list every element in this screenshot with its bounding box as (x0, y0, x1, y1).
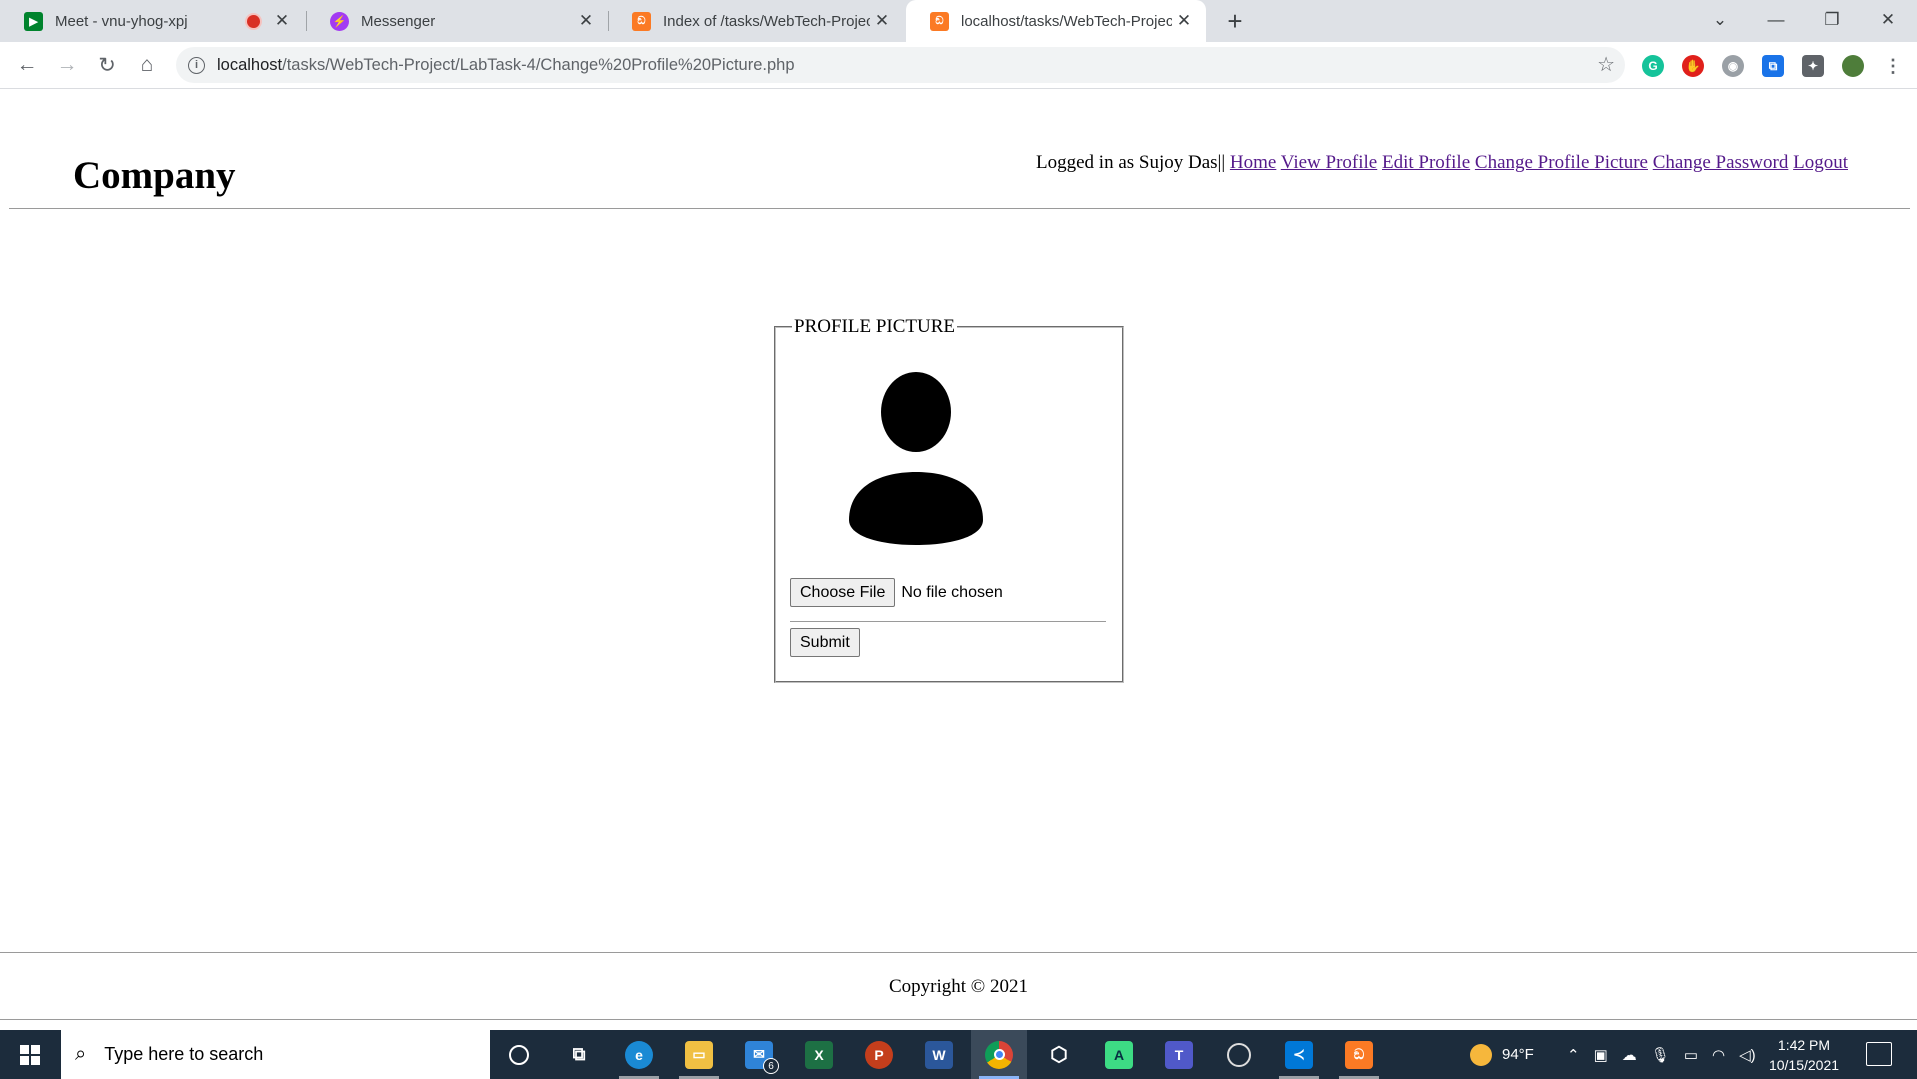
search-placeholder: Type here to search (104, 1044, 264, 1064)
wifi-icon[interactable]: ◠ (1712, 1046, 1725, 1064)
xampp-icon: ඞ (930, 11, 949, 31)
nav-link-change-password[interactable]: Change Password (1653, 152, 1789, 173)
footer-divider-top (0, 952, 1917, 953)
translate-icon[interactable]: ⧉ (1762, 55, 1784, 77)
tab-title: localhost/tasks/WebTech-Project/ (961, 12, 1172, 30)
windows-start-icon[interactable] (0, 1030, 60, 1079)
tab-localhost-active[interactable]: ඞ localhost/tasks/WebTech-Project/ ✕ (906, 0, 1206, 42)
google-meet-icon: ▶ (24, 11, 43, 31)
nav-link-home[interactable]: Home (1230, 152, 1276, 173)
new-tab-icon[interactable]: + (1220, 6, 1250, 36)
chrome-icon[interactable] (971, 1030, 1027, 1079)
browser-toolbar: ← → ↻ ⌂ i localhost/tasks/WebTech-Projec… (0, 42, 1917, 89)
nav-link-logout[interactable]: Logout (1793, 152, 1848, 173)
task-view-icon[interactable]: ⧉ (551, 1030, 607, 1079)
recording-icon (247, 14, 260, 28)
company-logo-text: Company (73, 154, 236, 197)
screenshot-camera-icon[interactable]: ◉ (1722, 55, 1744, 77)
tab-index[interactable]: ඞ Index of /tasks/WebTech-Project/ ✕ (608, 0, 904, 42)
nav-link-view-profile[interactable]: View Profile (1281, 152, 1377, 173)
form-divider (790, 621, 1106, 622)
logged-in-label: Logged in as Sujoy Das|| (1036, 152, 1226, 173)
clock-date: 10/15/2021 (1768, 1057, 1840, 1073)
android-studio-icon[interactable]: A (1091, 1030, 1147, 1079)
tab-title: Meet - vnu-yhog-xpj (55, 12, 188, 30)
messenger-icon: ⚡ (330, 11, 349, 31)
default-avatar-icon (849, 372, 983, 545)
microphone-icon[interactable]: 🎙 (1651, 1046, 1670, 1064)
close-tab-icon[interactable]: ✕ (870, 9, 894, 33)
url-text: localhost/tasks/WebTech-Project/LabTask-… (217, 55, 795, 74)
submit-button[interactable]: Submit (790, 628, 860, 657)
copyright-text: Copyright © 2021 (889, 976, 1028, 997)
file-status-text: No file chosen (901, 583, 1003, 601)
volume-icon[interactable]: ◁) (1739, 1046, 1756, 1064)
tab-messenger[interactable]: ⚡ Messenger ✕ (306, 0, 608, 42)
cortana-icon[interactable] (491, 1030, 547, 1079)
battery-icon[interactable]: ▭ (1684, 1046, 1698, 1064)
obs-icon[interactable] (1211, 1030, 1267, 1079)
browser-tab-strip: ▶ Meet - vnu-yhog-xpj ✕ ⚡ Messenger ✕ ඞ … (0, 0, 1917, 42)
word-icon[interactable]: W (911, 1030, 967, 1079)
nav-link-edit-profile[interactable]: Edit Profile (1382, 152, 1470, 173)
clock-time: 1:42 PM (1777, 1037, 1831, 1053)
windows-taskbar: ⌕ Type here to search ⧉ e ▭ ✉ 6 X P W ⬡ … (0, 1030, 1917, 1079)
address-bar[interactable]: i localhost/tasks/WebTech-Project/LabTas… (176, 47, 1625, 83)
header-divider (9, 208, 1910, 209)
xampp-icon: ඞ (632, 11, 651, 31)
site-info-icon[interactable]: i (188, 56, 205, 74)
search-icon: ⌕ (75, 1043, 87, 1065)
edge-icon[interactable]: e (611, 1030, 667, 1079)
taskbar-clock[interactable]: 1:42 PM 10/15/2021 (1756, 1035, 1852, 1075)
close-tab-icon[interactable]: ✕ (1172, 9, 1196, 33)
teams-icon[interactable]: T (1151, 1030, 1207, 1079)
nav-link-change-profile-picture[interactable]: Change Profile Picture (1475, 152, 1648, 173)
web-page: Company Logged in as Sujoy Das|| Home Vi… (0, 90, 1917, 1030)
bookmark-star-icon[interactable]: ☆ (1597, 52, 1615, 77)
weather-icon[interactable] (1470, 1043, 1492, 1066)
tab-search-icon[interactable]: ⌄ (1692, 0, 1748, 40)
file-explorer-icon[interactable]: ▭ (671, 1030, 727, 1079)
onedrive-icon[interactable]: ☁ (1622, 1046, 1637, 1064)
notification-center-icon[interactable] (1866, 1042, 1892, 1066)
tab-title: Messenger (361, 12, 436, 30)
taskbar-search-input[interactable]: ⌕ Type here to search (61, 1030, 490, 1079)
chrome-menu-icon[interactable]: ⋮ (1882, 55, 1904, 77)
adblock-icon[interactable]: ✋ (1682, 55, 1704, 77)
minimize-icon[interactable]: — (1748, 0, 1804, 40)
profile-avatar-icon[interactable] (1842, 55, 1864, 77)
grammarly-icon[interactable]: G (1642, 55, 1664, 77)
back-icon[interactable]: ← (10, 48, 44, 82)
tray-icons: ⌃ ▣ ☁ 🎙 ▭ ◠ ◁) (1567, 1030, 1756, 1079)
tab-meet[interactable]: ▶ Meet - vnu-yhog-xpj ✕ (0, 0, 304, 42)
close-window-icon[interactable]: ✕ (1860, 0, 1916, 40)
vscode-icon[interactable]: ≺ (1271, 1030, 1327, 1079)
mail-icon[interactable]: ✉ 6 (731, 1030, 787, 1079)
weather-temp[interactable]: 94°F (1502, 1046, 1534, 1063)
restore-icon[interactable]: ❐ (1804, 0, 1860, 40)
xampp-icon[interactable]: ඞ (1331, 1030, 1387, 1079)
top-navigation: Logged in as Sujoy Das|| Home View Profi… (1036, 152, 1848, 174)
footer-divider-bottom (0, 1019, 1917, 1020)
mail-badge: 6 (763, 1058, 779, 1074)
choose-file-button[interactable]: Choose File (790, 578, 896, 607)
system-tray: 94°F (1470, 1030, 1534, 1079)
close-tab-icon[interactable]: ✕ (574, 9, 598, 33)
meet-now-icon[interactable]: ▣ (1594, 1046, 1608, 1064)
forward-icon[interactable]: → (50, 48, 84, 82)
extensions-puzzle-icon[interactable]: ✦ (1802, 55, 1824, 77)
close-tab-icon[interactable]: ✕ (270, 9, 294, 33)
powerpoint-icon[interactable]: P (851, 1030, 907, 1079)
tab-title: Index of /tasks/WebTech-Project/ (663, 12, 870, 30)
file-input: Choose File No file chosen (790, 578, 1003, 607)
excel-icon[interactable]: X (791, 1030, 847, 1079)
home-icon[interactable]: ⌂ (130, 48, 164, 82)
chevron-up-icon[interactable]: ⌃ (1567, 1046, 1580, 1064)
reload-icon[interactable]: ↻ (90, 48, 124, 82)
profile-picture-legend: PROFILE PICTURE (794, 316, 955, 337)
virtualbox-icon[interactable]: ⬡ (1031, 1030, 1087, 1079)
profile-picture-fieldset: PROFILE PICTURE Choose File No file chos… (774, 316, 1124, 683)
